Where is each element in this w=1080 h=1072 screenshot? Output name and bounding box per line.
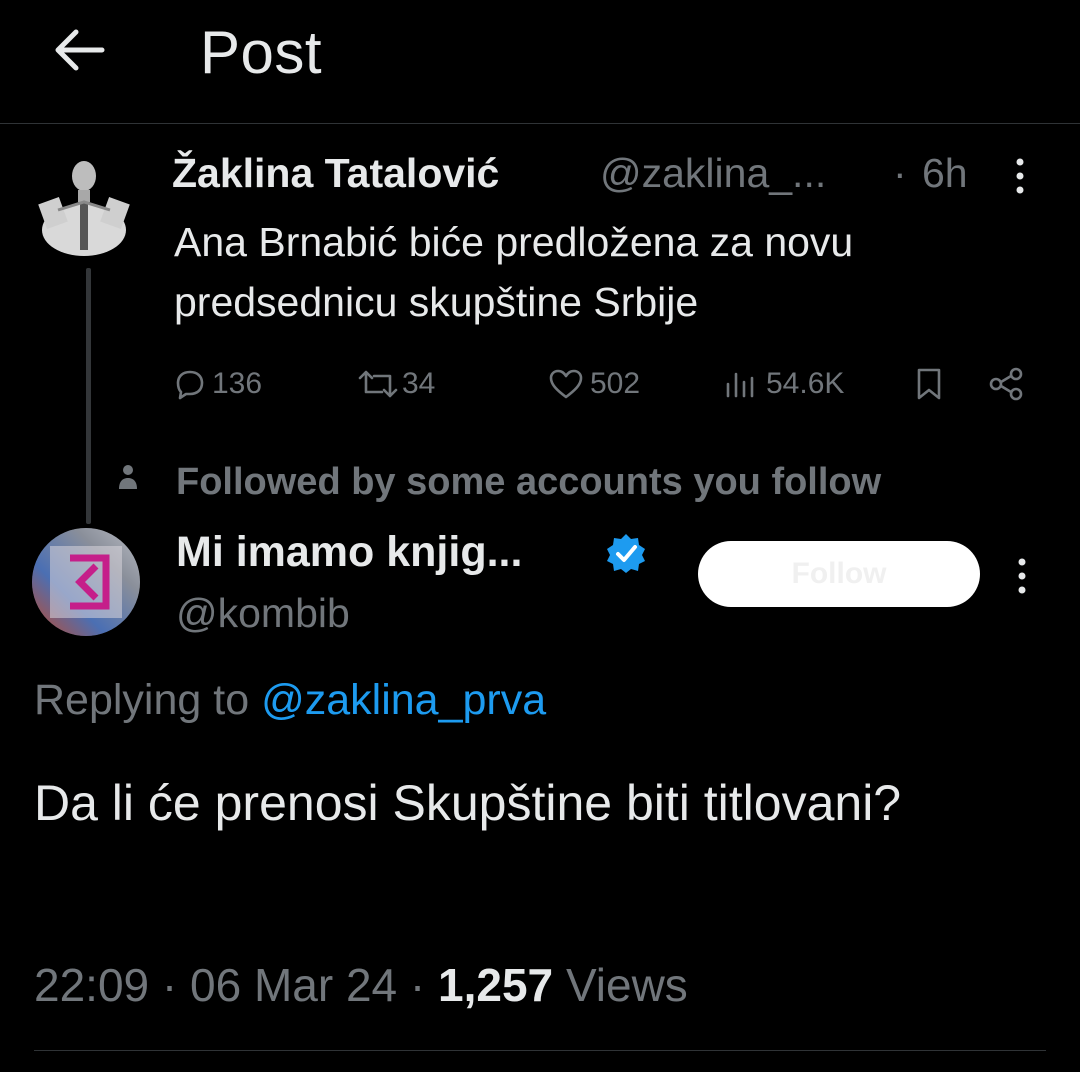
thread-connector-line (86, 268, 91, 524)
repost-icon (358, 370, 398, 398)
person-icon (116, 462, 140, 492)
more-vertical-icon (1018, 558, 1026, 594)
back-button[interactable] (52, 26, 108, 74)
separator-dot: · (893, 150, 907, 196)
parent-author-handle[interactable]: @zaklina_... (600, 150, 826, 197)
share-button[interactable] (986, 362, 1026, 406)
views-total[interactable]: 1,257 (438, 959, 553, 1011)
tweet-metadata: 22:09 · 06 Mar 24 · 1,257 Views (34, 958, 688, 1012)
reply-button[interactable]: 136 (172, 362, 262, 406)
reply-more-button[interactable] (1012, 556, 1032, 596)
reply-count: 136 (212, 367, 263, 400)
parent-more-button[interactable] (1010, 156, 1030, 196)
meta-separator: · (161, 959, 178, 1011)
reply-author-name[interactable]: Mi imamo knjig... (176, 528, 522, 577)
parent-author-name[interactable]: Žaklina Tatalović (172, 150, 499, 197)
back-arrow-icon (55, 29, 105, 71)
more-vertical-icon (1016, 158, 1024, 194)
parent-author-avatar[interactable] (28, 150, 140, 262)
views-count: 54.6K (766, 367, 845, 400)
page-title: Post (200, 19, 323, 86)
views-label: Views (565, 959, 688, 1011)
share-icon (989, 367, 1023, 401)
reply-author-avatar[interactable] (32, 528, 140, 636)
repost-button[interactable]: 34 (354, 362, 435, 406)
parent-tweet-text: Ana Brnabić biće predložena za novu pred… (174, 219, 854, 325)
bookmark-icon (917, 368, 941, 400)
reply-tweet-text: Da li će prenosi Skupštine biti titlovan… (34, 775, 902, 831)
replying-prefix: Replying to (34, 676, 250, 724)
replying-to-handle-link[interactable]: @zaklina_prva (261, 676, 546, 724)
tweet-date[interactable]: 06 Mar 24 (190, 959, 397, 1011)
analytics-icon (726, 372, 754, 398)
bookmark-button[interactable] (912, 362, 946, 406)
like-button[interactable]: 502 (546, 362, 640, 406)
header-divider (0, 123, 1080, 124)
parent-timestamp[interactable]: 6h (922, 150, 968, 197)
reply-icon (176, 370, 204, 400)
views-button[interactable]: 54.6K (722, 362, 844, 406)
verified-badge-icon (604, 531, 648, 575)
repost-count: 34 (402, 367, 436, 400)
reply-author-handle[interactable]: @kombib (176, 590, 350, 637)
replying-to: Replying to @zaklina_prva (34, 676, 546, 725)
social-context-text: Followed by some accounts you follow (176, 461, 882, 503)
heart-icon (549, 369, 583, 399)
bottom-divider (34, 1050, 1046, 1051)
follow-button[interactable]: Follow (698, 541, 980, 607)
like-count: 502 (590, 367, 641, 400)
tweet-time[interactable]: 22:09 (34, 959, 149, 1011)
meta-separator: · (409, 959, 426, 1011)
parent-action-bar: 136 34 502 54.6K (172, 362, 1032, 406)
